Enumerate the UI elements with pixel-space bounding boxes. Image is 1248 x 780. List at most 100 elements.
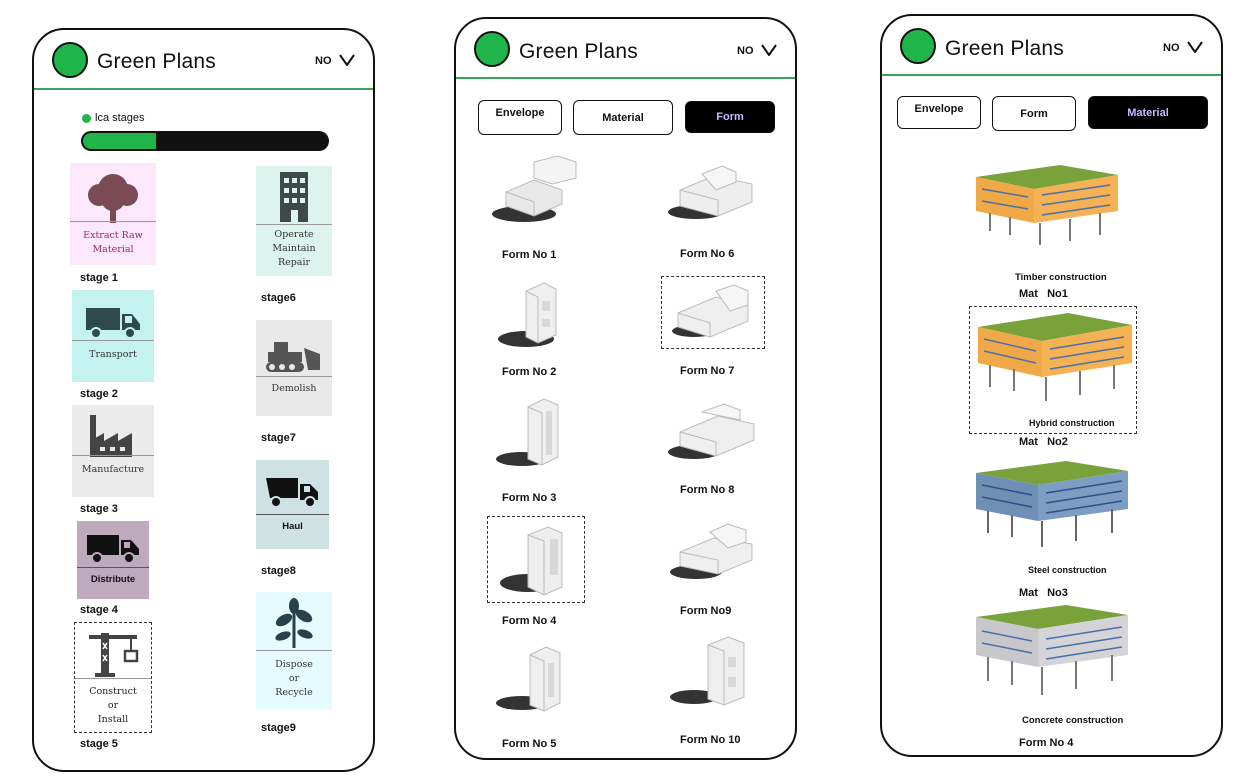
- form-label: Form No 1: [502, 249, 557, 261]
- form-label: Form No 2: [502, 366, 557, 378]
- building-render-steel[interactable]: [972, 457, 1132, 552]
- stage-label: stage 4: [80, 604, 118, 616]
- material-caption: Timber construction: [1015, 272, 1107, 283]
- stage-caption: Distribute: [90, 574, 136, 585]
- stage-tile-distribute[interactable]: Distribute: [77, 521, 149, 599]
- plant-icon: [275, 598, 313, 648]
- form-label: Form No 7: [680, 365, 735, 377]
- building-render-hybrid[interactable]: [974, 309, 1134, 407]
- app-title: Green Plans: [945, 37, 1064, 60]
- stage-caption: Haul: [282, 521, 303, 532]
- building-render-timber[interactable]: [970, 161, 1120, 251]
- form-thumbnail[interactable]: [488, 521, 584, 601]
- stage-tile-extract[interactable]: Extract Raw Material: [70, 163, 156, 265]
- stage-caption: Manufacture: [81, 464, 145, 475]
- stage-caption: Demolish: [271, 383, 317, 394]
- tab-material[interactable]: Material: [573, 100, 673, 135]
- stage-caption: Transport: [89, 349, 137, 360]
- app-title: Green Plans: [97, 50, 216, 73]
- stage-caption: Dispose or Recycle: [275, 659, 313, 698]
- tab-form[interactable]: Form: [992, 96, 1076, 131]
- material-caption: Steel construction: [1028, 565, 1107, 575]
- stage-caption: Extract Raw Material: [83, 230, 143, 255]
- tile-divider: [72, 455, 154, 456]
- form-label: Form No 5: [502, 738, 557, 750]
- stage-tile-construct[interactable]: Construct or Install: [74, 622, 152, 733]
- stage-label: stage 3: [80, 503, 118, 515]
- stage-caption: Operate Maintain Repair: [272, 229, 316, 268]
- form-label: Form No 6: [680, 248, 735, 260]
- tile-divider: [77, 567, 149, 568]
- material-caption: Hybrid construction: [1029, 418, 1115, 428]
- app-logo: [900, 28, 936, 64]
- crane-icon: [89, 633, 139, 677]
- chevron-down-icon[interactable]: [339, 54, 355, 66]
- app-header: Green Plans NO: [34, 30, 373, 90]
- stage-tile-manufacture[interactable]: Manufacture: [72, 405, 154, 497]
- language-selector[interactable]: NO: [737, 45, 754, 57]
- lca-progress-bar: [81, 131, 329, 151]
- truck-icon: [86, 308, 140, 339]
- tile-divider: [256, 650, 332, 651]
- app-title: Green Plans: [519, 40, 638, 63]
- tab-material[interactable]: Material: [1088, 96, 1208, 129]
- tree-icon: [88, 174, 138, 223]
- factory-icon: [90, 415, 132, 457]
- screen-materials: Green Plans NO Envelope Form Material Ti…: [880, 14, 1223, 757]
- dump-truck-icon: [266, 478, 318, 508]
- material-caption: Concrete construction: [1022, 715, 1124, 726]
- form-thumbnail[interactable]: [486, 397, 586, 472]
- tile-divider: [75, 678, 151, 679]
- stage-tile-transport[interactable]: Transport: [72, 290, 154, 382]
- tile-divider: [72, 340, 154, 341]
- language-selector[interactable]: NO: [1163, 42, 1180, 54]
- tile-divider: [256, 514, 329, 515]
- material-label: Form No 4: [1019, 737, 1074, 749]
- material-label: Mat No1: [1019, 288, 1068, 300]
- stage-label: stage7: [261, 432, 296, 444]
- form-thumbnail[interactable]: [662, 631, 762, 711]
- stage-tile-dispose[interactable]: Dispose or Recycle: [256, 592, 332, 710]
- form-thumbnail[interactable]: [662, 394, 762, 469]
- stage-label: stage 5: [80, 738, 118, 750]
- app-header: Green Plans NO: [882, 16, 1221, 76]
- stage-caption: Construct or Install: [89, 686, 137, 725]
- tile-divider: [70, 221, 156, 222]
- screen-forms: Green Plans NO Envelope Material Form Fo…: [454, 17, 797, 760]
- language-selector[interactable]: NO: [315, 55, 332, 67]
- stage-label: stage6: [261, 292, 296, 304]
- stage-label: stage 2: [80, 388, 118, 400]
- stage-label: stage8: [261, 565, 296, 577]
- form-thumbnail[interactable]: [662, 514, 762, 589]
- delivery-truck-icon: [87, 535, 139, 564]
- form-label: Form No9: [680, 605, 732, 617]
- form-thumbnail[interactable]: [664, 279, 762, 347]
- form-thumbnail[interactable]: [486, 641, 586, 716]
- tile-divider: [256, 224, 332, 225]
- tile-divider: [256, 376, 332, 377]
- app-logo: [474, 31, 510, 67]
- screen-lca-stages: Green Plans NO lca stages Extract Raw Ma…: [32, 28, 375, 772]
- app-header: Green Plans NO: [456, 19, 795, 79]
- progress-label: lca stages: [95, 112, 145, 124]
- form-label: Form No 10: [680, 734, 741, 746]
- progress-dot: [82, 114, 91, 123]
- stage-tile-operate[interactable]: Operate Maintain Repair: [256, 166, 332, 276]
- tab-envelope[interactable]: Envelope: [478, 100, 562, 135]
- stage-tile-demolish[interactable]: Demolish: [256, 320, 332, 416]
- stage-tile-haul[interactable]: Haul: [256, 460, 329, 549]
- material-label: Mat No3: [1019, 587, 1068, 599]
- form-label: Form No 8: [680, 484, 735, 496]
- stage-label: stage 1: [80, 272, 118, 284]
- chevron-down-icon[interactable]: [761, 44, 777, 56]
- tab-envelope[interactable]: Envelope: [897, 96, 981, 129]
- form-thumbnail[interactable]: [486, 277, 586, 352]
- building-render-concrete[interactable]: [972, 601, 1132, 701]
- form-thumbnail[interactable]: [486, 154, 586, 229]
- form-thumbnail[interactable]: [662, 154, 762, 229]
- chevron-down-icon[interactable]: [1187, 41, 1203, 53]
- tab-form[interactable]: Form: [685, 101, 775, 133]
- form-label: Form No 3: [502, 492, 557, 504]
- building-icon: [280, 172, 308, 222]
- stage-label: stage9: [261, 722, 296, 734]
